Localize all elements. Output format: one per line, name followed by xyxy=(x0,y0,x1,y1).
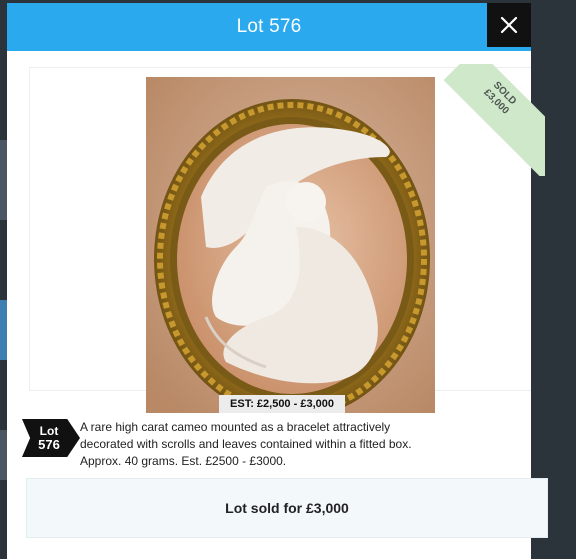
sold-status-box: Lot sold for £3,000 xyxy=(26,478,548,538)
close-icon xyxy=(500,16,518,34)
lot-tag-number: 576 xyxy=(38,437,60,452)
modal-header: Lot 576 xyxy=(7,3,531,51)
cameo-image xyxy=(146,77,435,413)
lot-description: A rare high carat cameo mounted as a bra… xyxy=(80,420,412,468)
modal-title: Lot 576 xyxy=(236,16,302,37)
lot-tag-label: Lot xyxy=(39,424,59,438)
estimate-badge: EST: £2,500 - £3,000 xyxy=(219,395,345,413)
lot-photo[interactable] xyxy=(146,77,435,413)
close-button[interactable] xyxy=(487,3,531,47)
sold-message: Lot sold for £3,000 xyxy=(225,500,349,516)
